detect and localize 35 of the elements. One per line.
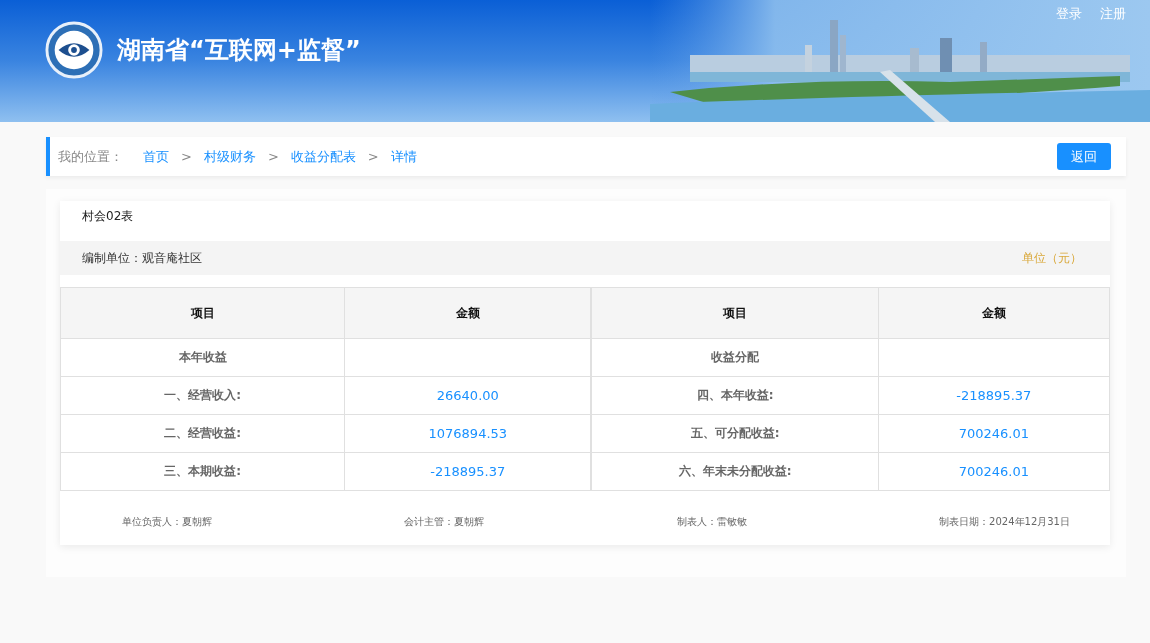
eye-logo-icon <box>45 21 103 79</box>
breadcrumb-separator: > <box>181 149 192 164</box>
signature-text: 会计主管：夏朝辉 <box>404 515 485 529</box>
amount-cell: 700246.01 <box>878 414 1110 453</box>
currency-unit: 单位（元） <box>1022 249 1082 267</box>
compiler-label: 编制单位：观音庵社区 <box>82 249 202 267</box>
back-button[interactable]: 返回 <box>1057 143 1111 170</box>
location-label: 我的位置： <box>58 147 123 166</box>
signature-text: 制表日期：2024年12月31日 <box>939 515 1070 529</box>
column-header: 项目 <box>591 287 879 339</box>
item-cell: 三、本期收益: <box>60 452 345 491</box>
item-cell: 五、可分配收益: <box>591 414 879 453</box>
breadcrumb-separator: > <box>367 149 379 164</box>
item-cell: 一、经营收入: <box>60 376 345 415</box>
column-header: 金额 <box>878 287 1110 339</box>
item-cell: 六、年末未分配收益: <box>591 452 879 491</box>
column-header: 金额 <box>344 287 592 339</box>
header-link[interactable]: 注册 <box>1100 5 1126 23</box>
form-code: 村会02表 <box>81 208 135 225</box>
item-cell: 四、本年收益: <box>591 376 879 415</box>
amount-cell: 700246.01 <box>878 452 1110 491</box>
header-link[interactable]: 登录 <box>1056 5 1082 23</box>
breadcrumb-separator: > <box>267 149 279 164</box>
signature-text: 单位负责人：夏朝辉 <box>122 515 212 529</box>
amount-cell: -218895.37 <box>878 376 1110 415</box>
breadcrumb-link[interactable]: 收益分配表 <box>290 147 356 166</box>
signature-text: 制表人：雷敏敏 <box>676 515 747 529</box>
column-header: 项目 <box>60 287 345 339</box>
item-cell: 收益分配 <box>591 338 879 377</box>
item-cell: 本年收益 <box>60 338 345 377</box>
item-cell: 二、经营收益: <box>60 414 345 453</box>
breadcrumb-link[interactable]: 村级财务 <box>203 147 256 166</box>
site-title: 湖南省“互联网+监督” <box>117 35 361 66</box>
breadcrumb-link[interactable]: 详情 <box>390 147 417 166</box>
breadcrumb-link[interactable]: 首页 <box>143 147 169 166</box>
